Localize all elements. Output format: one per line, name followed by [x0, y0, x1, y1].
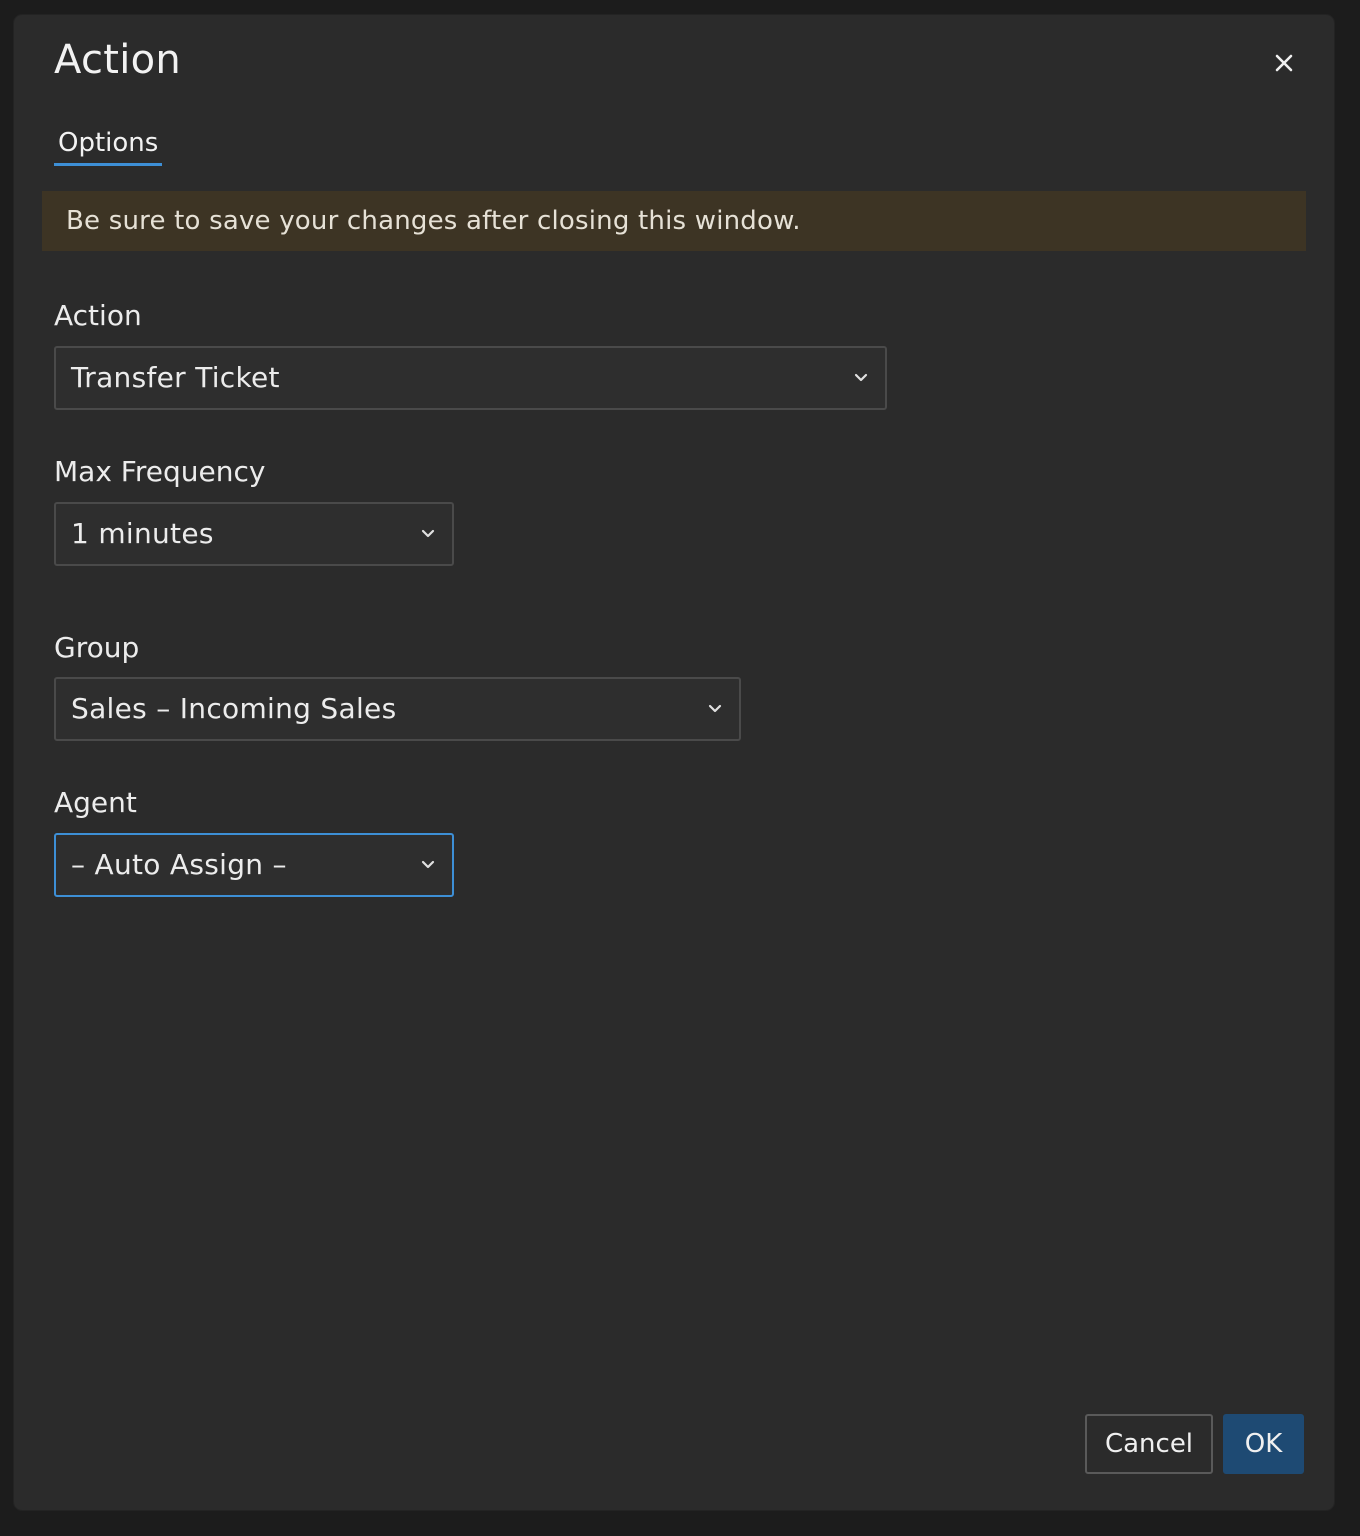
- chevron-down-icon: [708, 704, 722, 713]
- tab-bar: Options: [54, 125, 163, 166]
- close-icon: [1275, 54, 1293, 72]
- close-button[interactable]: [1268, 47, 1300, 79]
- agent-select[interactable]: – Auto Assign –: [54, 833, 454, 897]
- action-dialog: Action Options Be sure to save your chan…: [14, 15, 1334, 1510]
- action-select[interactable]: Transfer Ticket: [54, 346, 887, 410]
- action-select-value: Transfer Ticket: [71, 361, 280, 394]
- agent-select-value: – Auto Assign –: [71, 848, 287, 881]
- dialog-title: Action: [54, 37, 182, 83]
- group-select-value: Sales – Incoming Sales: [71, 692, 397, 725]
- cancel-button[interactable]: Cancel: [1085, 1414, 1213, 1474]
- save-notice-banner: Be sure to save your changes after closi…: [42, 191, 1306, 251]
- action-label: Action: [54, 299, 142, 332]
- max-frequency-label: Max Frequency: [54, 455, 266, 488]
- max-frequency-select[interactable]: 1 minutes: [54, 502, 454, 566]
- group-select[interactable]: Sales – Incoming Sales: [54, 677, 741, 741]
- tab-options[interactable]: Options: [54, 125, 163, 166]
- chevron-down-icon: [421, 529, 435, 538]
- ok-button[interactable]: OK: [1223, 1414, 1304, 1474]
- group-label: Group: [54, 631, 140, 664]
- max-frequency-select-value: 1 minutes: [71, 517, 214, 550]
- chevron-down-icon: [854, 373, 868, 382]
- chevron-down-icon: [421, 860, 435, 869]
- agent-label: Agent: [54, 786, 137, 819]
